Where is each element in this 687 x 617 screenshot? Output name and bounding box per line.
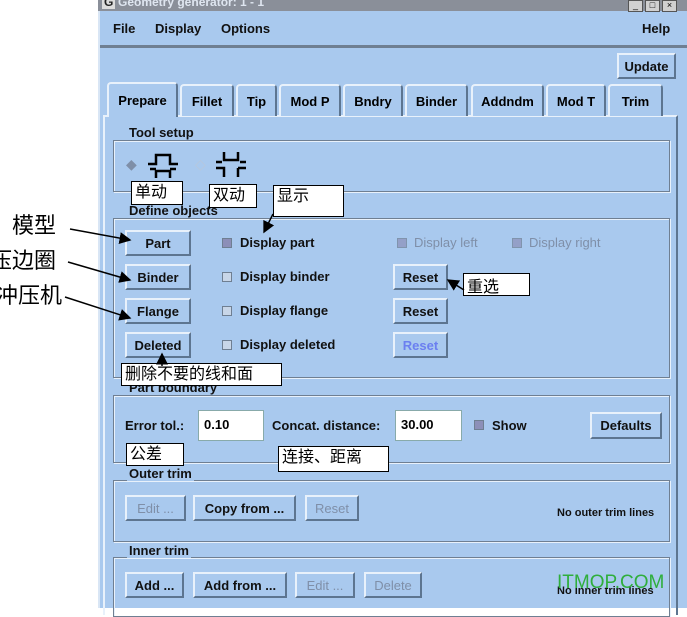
show-checkbox[interactable] [474,420,484,430]
menu-file[interactable]: File [113,21,135,36]
reset-binder-button[interactable]: Reset [393,264,448,290]
display-left-label: Display left [414,235,478,250]
annotation-reselect: 重选 [463,273,530,296]
display-binder-checkbox[interactable] [222,272,232,282]
display-binder-label: Display binder [240,269,330,284]
inner-trim-title: Inner trim [127,543,191,558]
reset-deleted-button[interactable]: Reset [393,332,448,358]
window-title: Geometry generator: 1 - 1 [118,0,265,9]
concat-distance-input[interactable]: 30.00 [395,410,462,441]
single-action-radio[interactable]: ◆ [126,156,137,173]
tab-mod-t[interactable]: Mod T [546,84,606,116]
app-icon: G [102,0,116,9]
define-objects-title: Define objects [127,203,220,218]
outer-reset-button[interactable]: Reset [305,495,359,521]
tab-mod-p[interactable]: Mod P [279,84,341,116]
tab-bndry[interactable]: Bndry [343,84,403,116]
outer-edit-button[interactable]: Edit ... [125,495,186,521]
part-boundary-group [113,395,670,463]
tab-addndm[interactable]: Addndm [471,84,544,116]
watermark: ITMOP.COM [557,572,665,593]
annotation-single-action: 单动 [131,181,183,205]
annotation-concat: 连接、距离 [278,446,389,472]
defaults-button[interactable]: Defaults [590,412,662,439]
outer-trim-status: No outer trim lines [557,507,655,519]
update-button[interactable]: Update [617,53,676,79]
show-label: Show [492,418,527,433]
menu-options[interactable]: Options [221,21,270,36]
add-button[interactable]: Add ... [125,572,184,598]
add-from-button[interactable]: Add from ... [193,572,287,598]
display-right-checkbox[interactable] [512,238,522,248]
title-bar: G Geometry generator: 1 - 1 [98,0,687,11]
flange-button[interactable]: Flange [125,298,191,324]
double-action-radio[interactable]: ◇ [195,156,206,173]
tab-fillet[interactable]: Fillet [180,84,234,116]
binder-button[interactable]: Binder [125,264,191,290]
annotation-press: 冲压机 [0,284,63,309]
menu-divider [100,45,687,48]
close-button[interactable]: × [662,0,677,12]
tab-tip[interactable]: Tip [236,84,277,116]
delete-button[interactable]: Delete [364,572,422,598]
annotation-double-action: 双动 [209,184,257,208]
part-button[interactable]: Part [125,230,191,256]
menu-display[interactable]: Display [155,21,201,36]
display-deleted-checkbox[interactable] [222,340,232,350]
tool-setup-title: Tool setup [127,125,196,140]
tab-trim[interactable]: Trim [608,84,663,116]
display-flange-checkbox[interactable] [222,306,232,316]
display-part-checkbox[interactable] [222,238,232,248]
display-deleted-label: Display deleted [240,337,336,352]
display-flange-label: Display flange [240,303,329,318]
annotation-tolerance: 公差 [126,443,184,466]
annotation-model: 模型 [12,214,57,239]
display-part-label: Display part [240,235,315,250]
outer-trim-title: Outer trim [127,466,194,481]
minimize-button[interactable]: _ [628,0,643,12]
inner-edit-button[interactable]: Edit ... [295,572,355,598]
reset-flange-button[interactable]: Reset [393,298,448,324]
error-tol-input[interactable]: 0.10 [198,410,264,441]
single-action-tool-icon[interactable] [146,152,184,180]
copy-from-button[interactable]: Copy from ... [193,495,296,521]
double-action-tool-icon[interactable] [214,150,252,180]
display-right-label: Display right [529,235,601,250]
error-tol-label: Error tol.: [125,418,185,433]
annotation-display: 显示 [273,185,344,217]
display-left-checkbox[interactable] [397,238,407,248]
deleted-button[interactable]: Deleted [125,332,191,358]
maximize-button[interactable]: □ [645,0,660,12]
annotation-binder: 压边圈 [0,249,57,274]
concat-distance-label: Concat. distance: [272,418,381,433]
tab-binder[interactable]: Binder [405,84,468,116]
annotation-delete: 删除不要的线和面 [121,363,282,386]
menu-help[interactable]: Help [642,21,670,36]
tab-prepare[interactable]: Prepare [107,82,178,117]
